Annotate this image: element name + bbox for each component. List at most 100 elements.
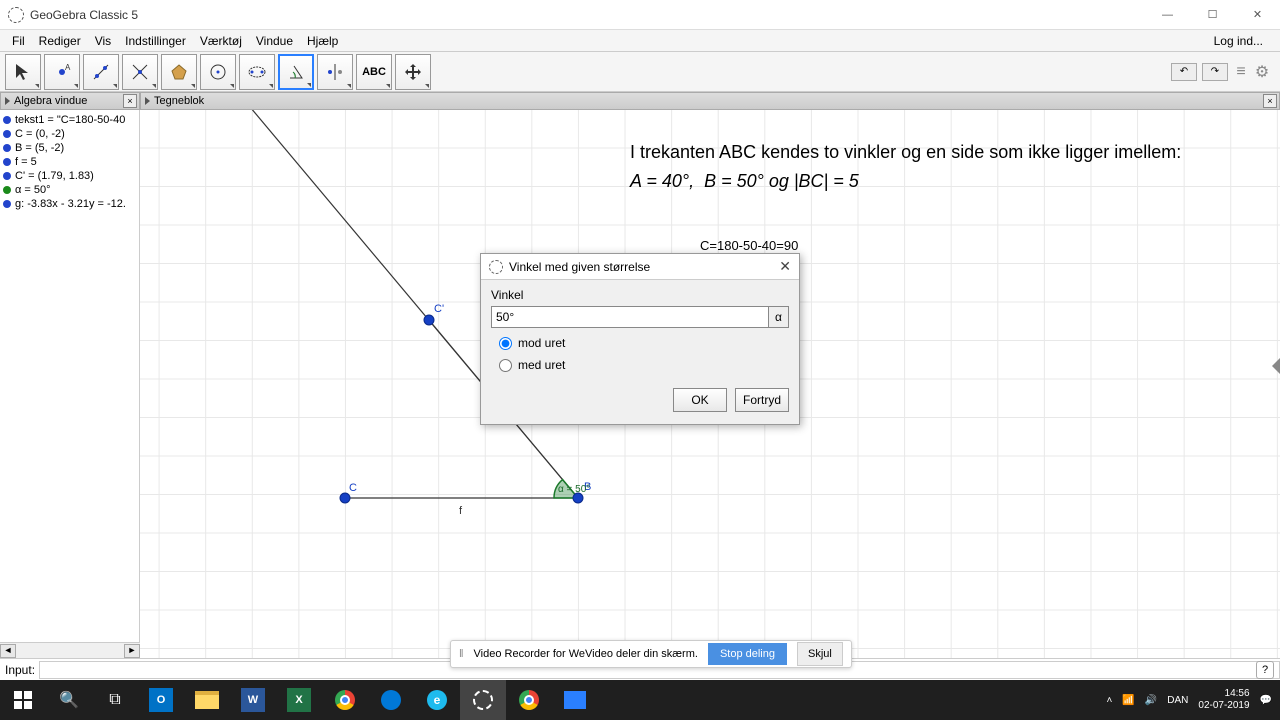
- tool-move[interactable]: [5, 54, 41, 90]
- symbol-picker[interactable]: α: [769, 306, 789, 328]
- window-controls: — ☐ ✕: [1145, 1, 1280, 29]
- algebra-item[interactable]: f = 5: [3, 155, 136, 169]
- menu-indstillinger[interactable]: Indstillinger: [118, 34, 193, 48]
- close-button[interactable]: ✕: [1235, 1, 1280, 29]
- toolbar-right: ↶ ↷ ≡ ⚙: [1171, 62, 1270, 82]
- scroll-right-icon[interactable]: ►: [124, 644, 140, 658]
- task-chrome2[interactable]: [506, 680, 552, 720]
- algebra-text: C = (0, -2): [15, 128, 65, 140]
- graphics-panel-tab[interactable]: Tegneblok ×: [140, 92, 1280, 110]
- login-link[interactable]: Log ind...: [1207, 34, 1270, 48]
- algebra-item[interactable]: C = (0, -2): [3, 127, 136, 141]
- task-geogebra[interactable]: [460, 680, 506, 720]
- algebra-text: tekst1 = "C=180-50-40: [15, 114, 125, 126]
- visibility-bullet[interactable]: [3, 172, 11, 180]
- minimize-button[interactable]: —: [1145, 1, 1190, 29]
- visibility-bullet[interactable]: [3, 186, 11, 194]
- tool-point[interactable]: A: [44, 54, 80, 90]
- radio-ccw-input[interactable]: [499, 337, 512, 350]
- task-word[interactable]: W: [230, 680, 276, 720]
- visibility-bullet[interactable]: [3, 158, 11, 166]
- visibility-bullet[interactable]: [3, 116, 11, 124]
- tray-clock[interactable]: 14:56 02-07-2019: [1198, 688, 1249, 712]
- algebra-item[interactable]: α = 50°: [3, 183, 136, 197]
- tray-chevron-icon[interactable]: ˄: [1107, 695, 1113, 706]
- tool-polygon[interactable]: [161, 54, 197, 90]
- toolbar: A ABC ↶ ↷ ≡ ⚙: [0, 52, 1280, 92]
- tool-line[interactable]: [83, 54, 119, 90]
- dialog-body: Vinkel α mod uret med uret: [481, 280, 799, 380]
- algebra-item[interactable]: B = (5, -2): [3, 141, 136, 155]
- dialog-close-button[interactable]: ✕: [779, 258, 791, 275]
- system-tray[interactable]: ˄ 📶 🔊 DAN 14:56 02-07-2019 💬: [1107, 688, 1280, 712]
- algebra-panel: tekst1 = "C=180-50-40 C = (0, -2) B = (5…: [0, 110, 140, 658]
- dialog-titlebar[interactable]: Vinkel med given størrelse ✕: [481, 254, 799, 280]
- visibility-bullet[interactable]: [3, 200, 11, 208]
- taskview-button[interactable]: ⧉: [92, 680, 138, 720]
- menu-fil[interactable]: Fil: [5, 34, 32, 48]
- right-edge-handle[interactable]: [1272, 358, 1280, 374]
- task-outlook[interactable]: O: [138, 680, 184, 720]
- angle-input[interactable]: [491, 306, 769, 328]
- radio-ccw[interactable]: mod uret: [491, 336, 789, 350]
- menu-vis[interactable]: Vis: [88, 34, 118, 48]
- redo-button[interactable]: ↷: [1202, 63, 1228, 81]
- tool-reflect[interactable]: [317, 54, 353, 90]
- menu-rediger[interactable]: Rediger: [32, 34, 88, 48]
- problem-line1: I trekanten ABC kendes to vinkler og en …: [630, 138, 1181, 167]
- tray-wifi-icon[interactable]: 📶: [1122, 695, 1134, 706]
- undo-button[interactable]: ↶: [1171, 63, 1197, 81]
- graphics-label: Tegneblok: [154, 95, 204, 107]
- window-title: GeoGebra Classic 5: [30, 8, 138, 22]
- task-ie[interactable]: e: [414, 680, 460, 720]
- radio-cw-input[interactable]: [499, 359, 512, 372]
- algebra-item[interactable]: tekst1 = "C=180-50-40: [3, 113, 136, 127]
- task-app[interactable]: [552, 680, 598, 720]
- algebra-item[interactable]: g: -3.83x - 3.21y = -12.: [3, 197, 136, 211]
- ok-button[interactable]: OK: [673, 388, 727, 412]
- input-label: Input:: [5, 663, 35, 677]
- algebra-panel-tab[interactable]: Algebra vindue ×: [0, 92, 140, 110]
- tray-notifications-icon[interactable]: 💬: [1260, 695, 1272, 706]
- algebra-close-icon[interactable]: ×: [123, 94, 137, 108]
- app-icon: [8, 7, 24, 23]
- screen-share-bar: ‖ Video Recorder for WeVideo deler din s…: [450, 640, 852, 668]
- tray-volume-icon[interactable]: 🔊: [1145, 695, 1157, 706]
- stop-sharing-button[interactable]: Stop deling: [708, 643, 787, 665]
- settings-icon[interactable]: ⚙: [1254, 62, 1270, 82]
- task-edge[interactable]: [368, 680, 414, 720]
- tool-circle[interactable]: [200, 54, 236, 90]
- svg-text:A: A: [65, 63, 71, 72]
- algebra-text: α = 50°: [15, 184, 51, 196]
- tray-lang[interactable]: DAN: [1167, 695, 1188, 706]
- tool-move-view[interactable]: [395, 54, 431, 90]
- dialog-icon: [489, 260, 503, 274]
- tool-conic[interactable]: [239, 54, 275, 90]
- hide-button[interactable]: Skjul: [797, 642, 843, 666]
- menu-hjaelp[interactable]: Hjælp: [300, 34, 345, 48]
- visibility-bullet[interactable]: [3, 144, 11, 152]
- menu-vindue[interactable]: Vindue: [249, 34, 300, 48]
- collapse-icon: [145, 97, 150, 105]
- task-chrome1[interactable]: [322, 680, 368, 720]
- algebra-item[interactable]: C' = (1.79, 1.83): [3, 169, 136, 183]
- start-button[interactable]: [0, 680, 46, 720]
- scroll-left-icon[interactable]: ◄: [0, 644, 16, 658]
- task-explorer[interactable]: [184, 680, 230, 720]
- recorder-text: Video Recorder for WeVideo deler din skæ…: [474, 648, 698, 660]
- task-excel[interactable]: X: [276, 680, 322, 720]
- menu-vaerktoj[interactable]: Værktøj: [193, 34, 249, 48]
- algebra-hscroll[interactable]: ◄ ►: [0, 642, 140, 658]
- search-button[interactable]: 🔍: [46, 680, 92, 720]
- radio-cw[interactable]: med uret: [491, 358, 789, 372]
- visibility-bullet[interactable]: [3, 130, 11, 138]
- input-help-button[interactable]: ?: [1256, 661, 1274, 679]
- angle-dialog: Vinkel med given størrelse ✕ Vinkel α mo…: [480, 253, 800, 425]
- cancel-button[interactable]: Fortryd: [735, 388, 789, 412]
- graphics-close-icon[interactable]: ×: [1263, 94, 1277, 108]
- maximize-button[interactable]: ☐: [1190, 1, 1235, 29]
- tool-text[interactable]: ABC: [356, 54, 392, 90]
- tool-perp[interactable]: [122, 54, 158, 90]
- tool-angle[interactable]: [278, 54, 314, 90]
- hamburger-icon[interactable]: ≡: [1233, 63, 1249, 81]
